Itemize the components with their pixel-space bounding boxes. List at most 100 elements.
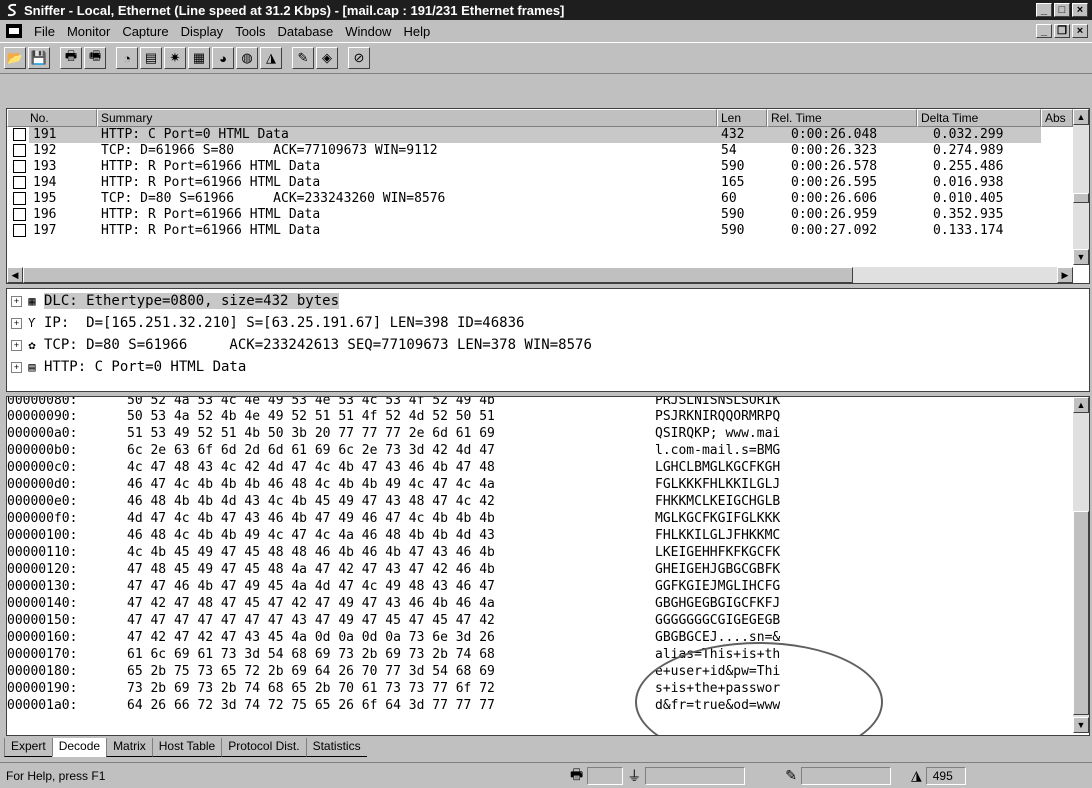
menu-tools[interactable]: Tools [229, 24, 271, 39]
col-header-no[interactable]: No. [7, 109, 97, 127]
col-header-rel-time[interactable]: Rel. Time [767, 109, 917, 127]
print-preview-icon[interactable]: 🖷 [84, 47, 106, 69]
mdi-minimize-button[interactable]: _ [1036, 24, 1052, 38]
alarm-log-icon[interactable]: ◮ [260, 47, 282, 69]
maximize-button[interactable]: □ [1054, 3, 1070, 17]
col-header-delta-time[interactable]: Delta Time [917, 109, 1041, 127]
dlc-icon: ▦ [28, 294, 36, 308]
packet-row[interactable]: 191 HTTP: C Port=0 HTML Data 432 0:00:26… [7, 127, 1073, 143]
packet-list-vscrollbar[interactable]: ▲ ▼ [1073, 109, 1089, 265]
tab-decode[interactable]: Decode [51, 738, 107, 757]
packet-row[interactable]: 194 HTTP: R Port=61966 HTML Data 165 0:0… [7, 175, 1073, 191]
capture-icon: ⏚ [627, 767, 642, 784]
expand-icon[interactable]: + [11, 295, 22, 307]
tab-protocol-dist[interactable]: Protocol Dist. [221, 738, 306, 757]
row-checkbox[interactable] [13, 128, 26, 141]
status-field [587, 766, 624, 785]
row-checkbox[interactable] [13, 224, 26, 237]
col-header-summary[interactable]: Summary [97, 109, 717, 127]
dashboard-icon[interactable]: ◔ [116, 47, 138, 69]
tab-expert[interactable]: Expert [4, 738, 52, 757]
save-icon[interactable]: 💾 [28, 47, 50, 69]
decode-line-tcp[interactable]: + ✿ TCP: D=80 S=61966 ACK=233242613 SEQ=… [11, 335, 592, 355]
row-checkbox[interactable] [13, 144, 26, 157]
expand-icon[interactable]: + [11, 339, 22, 351]
menu-window[interactable]: Window [339, 24, 397, 39]
hex-row: 00000120: 47 48 45 49 47 45 48 4a 47 42 4… [7, 562, 875, 578]
matrix-icon[interactable]: ✷ [164, 47, 186, 69]
decode-line-http[interactable]: + ▤ HTTP: C Port=0 HTML Data [11, 357, 246, 377]
decode-text: TCP: D=80 S=61966 ACK=233242613 SEQ=7710… [44, 337, 592, 353]
row-checkbox[interactable] [13, 192, 26, 205]
tab-host-table[interactable]: Host Table [151, 738, 222, 757]
col-header-abs[interactable]: Abs [1041, 109, 1073, 127]
document-icon[interactable] [6, 24, 22, 38]
menu-help[interactable]: Help [397, 24, 436, 39]
scroll-down-button[interactable]: ▼ [1073, 249, 1089, 265]
scroll-thumb[interactable] [1073, 193, 1089, 203]
row-summary: TCP: D=80 S=61966 ACK=233243260 WIN=8576 [101, 191, 446, 206]
row-no: 192 [33, 143, 57, 158]
row-rel-time: 0:00:26.048 [767, 127, 917, 143]
hex-bytes: 6c 2e 63 6f 6d 2d 6d 61 69 6c 2e 73 3d 4… [127, 443, 495, 458]
hex-bytes: 50 52 4a 53 4c 4e 49 53 4e 53 4c 53 4f 5… [127, 396, 495, 408]
scroll-right-button[interactable]: ▶ [1057, 267, 1073, 283]
menu-capture[interactable]: Capture [116, 24, 174, 39]
row-rel-time: 0:00:26.578 [791, 159, 878, 174]
tab-statistics[interactable]: Statistics [305, 738, 367, 757]
col-header-len[interactable]: Len [717, 109, 767, 127]
print-icon[interactable]: 🖶 [60, 47, 82, 69]
scroll-up-button[interactable]: ▲ [1073, 397, 1089, 413]
hex-offset: 00000090: [7, 409, 78, 424]
packet-row[interactable]: 196 HTTP: R Port=61966 HTML Data 590 0:0… [7, 207, 1073, 223]
global-stats-icon[interactable]: ◍ [236, 47, 258, 69]
mdi-close-button[interactable]: × [1072, 24, 1088, 38]
menu-database[interactable]: Database [272, 24, 340, 39]
stop-icon[interactable]: ⊘ [348, 47, 370, 69]
mdi-controls: _ ❐ × [1036, 24, 1092, 38]
scroll-left-button[interactable]: ◀ [7, 267, 23, 283]
hscroll-thumb[interactable] [23, 267, 853, 283]
hex-pane: 00000080: 50 52 4a 53 4c 4e 49 53 4e 53 4… [6, 396, 1090, 736]
minimize-button[interactable]: _ [1036, 3, 1052, 17]
protocol-dist-icon[interactable]: ◕ [212, 47, 234, 69]
mdi-restore-button[interactable]: ❐ [1054, 24, 1070, 38]
hex-bytes: 51 53 49 52 51 4b 50 3b 20 77 77 77 2e 6… [127, 426, 495, 441]
row-len: 54 [721, 143, 737, 158]
open-folder-icon[interactable]: 📂 [4, 47, 26, 69]
hex-offset: 00000190: [7, 681, 78, 696]
close-button[interactable]: × [1072, 3, 1088, 17]
menu-file[interactable]: File [28, 24, 61, 39]
row-checkbox[interactable] [13, 208, 26, 221]
expand-icon[interactable]: + [11, 361, 22, 373]
menu-monitor[interactable]: Monitor [61, 24, 116, 39]
menu-display[interactable]: Display [175, 24, 230, 39]
define-filter-icon[interactable]: ✎ [292, 47, 314, 69]
packet-row[interactable]: 193 HTTP: R Port=61966 HTML Data 590 0:0… [7, 159, 1073, 175]
hex-row: 000000f0: 4d 47 4c 4b 47 43 46 4b 47 49 4… [7, 511, 875, 527]
scroll-down-button[interactable]: ▼ [1073, 717, 1089, 733]
history-icon[interactable]: ▦ [188, 47, 210, 69]
hex-row: 00000080: 50 52 4a 53 4c 4e 49 53 4e 53 4… [7, 396, 875, 409]
row-delta-time: 0.255.486 [933, 159, 1004, 174]
packet-row[interactable]: 197 HTTP: R Port=61966 HTML Data 590 0:0… [7, 223, 1073, 239]
decode-line-dlc[interactable]: + ▦ DLC: Ethertype=0800, size=432 bytes [11, 291, 340, 311]
hex-bytes: 47 42 47 48 47 45 47 42 47 49 47 43 46 4… [127, 596, 495, 611]
hex-ascii: alias=This+is+th [655, 647, 781, 662]
host-table-icon[interactable]: ▤ [140, 47, 162, 69]
row-checkbox[interactable] [13, 160, 26, 173]
packet-row[interactable]: 192 TCP: D=61966 S=80 ACK=77109673 WIN=9… [7, 143, 1073, 159]
decode-line-ip[interactable]: + Ƴ IP: D=[165.251.32.210] S=[63.25.191.… [11, 313, 524, 333]
row-checkbox[interactable] [13, 176, 26, 189]
expand-icon[interactable]: + [11, 317, 22, 329]
scroll-thumb[interactable] [1073, 511, 1089, 715]
hex-vscrollbar[interactable]: ▲ ▼ [1073, 397, 1089, 733]
packet-list-hscrollbar[interactable]: ◀ ▶ [7, 267, 1073, 283]
sniffer-app-icon [4, 2, 20, 18]
select-filter-icon[interactable]: ◈ [316, 47, 338, 69]
scroll-up-button[interactable]: ▲ [1073, 109, 1089, 125]
tab-matrix[interactable]: Matrix [106, 738, 152, 757]
row-no: 195 [33, 191, 57, 206]
hex-offset: 000000d0: [7, 477, 78, 492]
packet-row[interactable]: 195 TCP: D=80 S=61966 ACK=233243260 WIN=… [7, 191, 1073, 207]
